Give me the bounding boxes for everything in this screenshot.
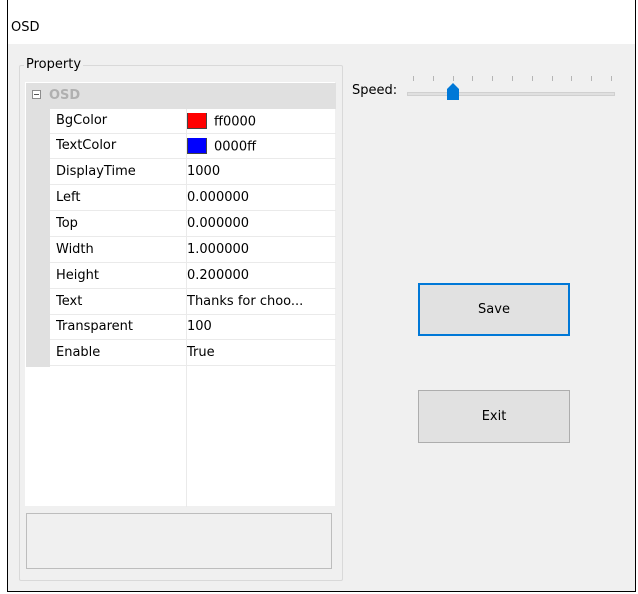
slider-tick: [551, 76, 553, 81]
property-value[interactable]: 100: [187, 319, 337, 334]
color-value-text: 0000ff: [214, 139, 257, 155]
property-name: TextColor: [56, 138, 117, 153]
slider-tick: [531, 76, 533, 81]
slider-tick: [512, 76, 513, 81]
property-row[interactable]: DisplayTime 1000: [50, 160, 336, 185]
title-bar: OSD: [8, 0, 635, 44]
property-value[interactable]: 0.000000: [187, 216, 337, 231]
exit-button[interactable]: Exit: [418, 390, 570, 443]
save-button-label: Save: [478, 302, 510, 317]
property-row[interactable]: Enable True: [50, 341, 336, 366]
exit-button-label: Exit: [481, 409, 507, 424]
category-label: OSD: [49, 88, 81, 103]
speed-label: Speed:: [352, 83, 398, 98]
property-row[interactable]: Height 0.200000: [50, 264, 336, 289]
property-name: Transparent: [56, 319, 133, 334]
property-row[interactable]: Transparent 100: [50, 315, 336, 340]
slider-tick: [492, 76, 494, 81]
property-grid[interactable]: OSD BgColor ff0000 TextColor 0000ff Disp…: [25, 82, 336, 507]
description-panel: [26, 513, 332, 569]
property-value[interactable]: 1.000000: [187, 242, 337, 257]
slider-tick: [452, 76, 454, 81]
property-row[interactable]: Left 0.000000: [50, 186, 336, 211]
property-value[interactable]: True: [187, 345, 337, 360]
property-row[interactable]: Top 0.000000: [50, 212, 336, 237]
grid-gutter: [26, 109, 50, 367]
window-title: OSD: [11, 20, 40, 35]
property-group-label: Property: [24, 57, 84, 72]
slider-tick: [413, 76, 414, 81]
slider-tick: [611, 76, 612, 81]
slider-tick: [472, 76, 474, 81]
save-button[interactable]: Save: [418, 283, 570, 336]
color-swatch: [187, 113, 207, 129]
slider-tick: [591, 76, 593, 81]
color-value-text: ff0000: [214, 114, 257, 130]
property-value[interactable]: 0000ff: [187, 138, 337, 156]
property-name: Height: [56, 268, 99, 283]
property-row[interactable]: BgColor ff0000: [50, 109, 336, 134]
property-value[interactable]: 1000: [187, 164, 337, 179]
property-row[interactable]: Text Thanks for choo...: [50, 290, 336, 315]
property-name: Left: [56, 190, 81, 205]
property-name: BgColor: [56, 113, 108, 128]
property-name: Text: [56, 294, 83, 309]
collapse-icon[interactable]: [32, 90, 41, 99]
color-swatch: [187, 138, 207, 154]
property-name: Enable: [56, 345, 101, 360]
property-name: Width: [56, 242, 94, 257]
property-value[interactable]: ff0000: [187, 113, 337, 131]
category-row-osd[interactable]: OSD: [26, 83, 336, 109]
property-row[interactable]: Width 1.000000: [50, 238, 336, 263]
property-value[interactable]: 0.200000: [187, 268, 337, 283]
property-name: Top: [56, 216, 78, 231]
property-row[interactable]: TextColor 0000ff: [50, 134, 336, 159]
property-value[interactable]: 0.000000: [187, 190, 337, 205]
property-name: DisplayTime: [56, 164, 136, 179]
speed-slider-track[interactable]: [407, 92, 615, 96]
speed-slider-thumb[interactable]: [446, 83, 459, 100]
slider-tick: [432, 76, 434, 81]
property-value[interactable]: Thanks for choo...: [187, 294, 337, 309]
slider-tick: [571, 76, 573, 81]
